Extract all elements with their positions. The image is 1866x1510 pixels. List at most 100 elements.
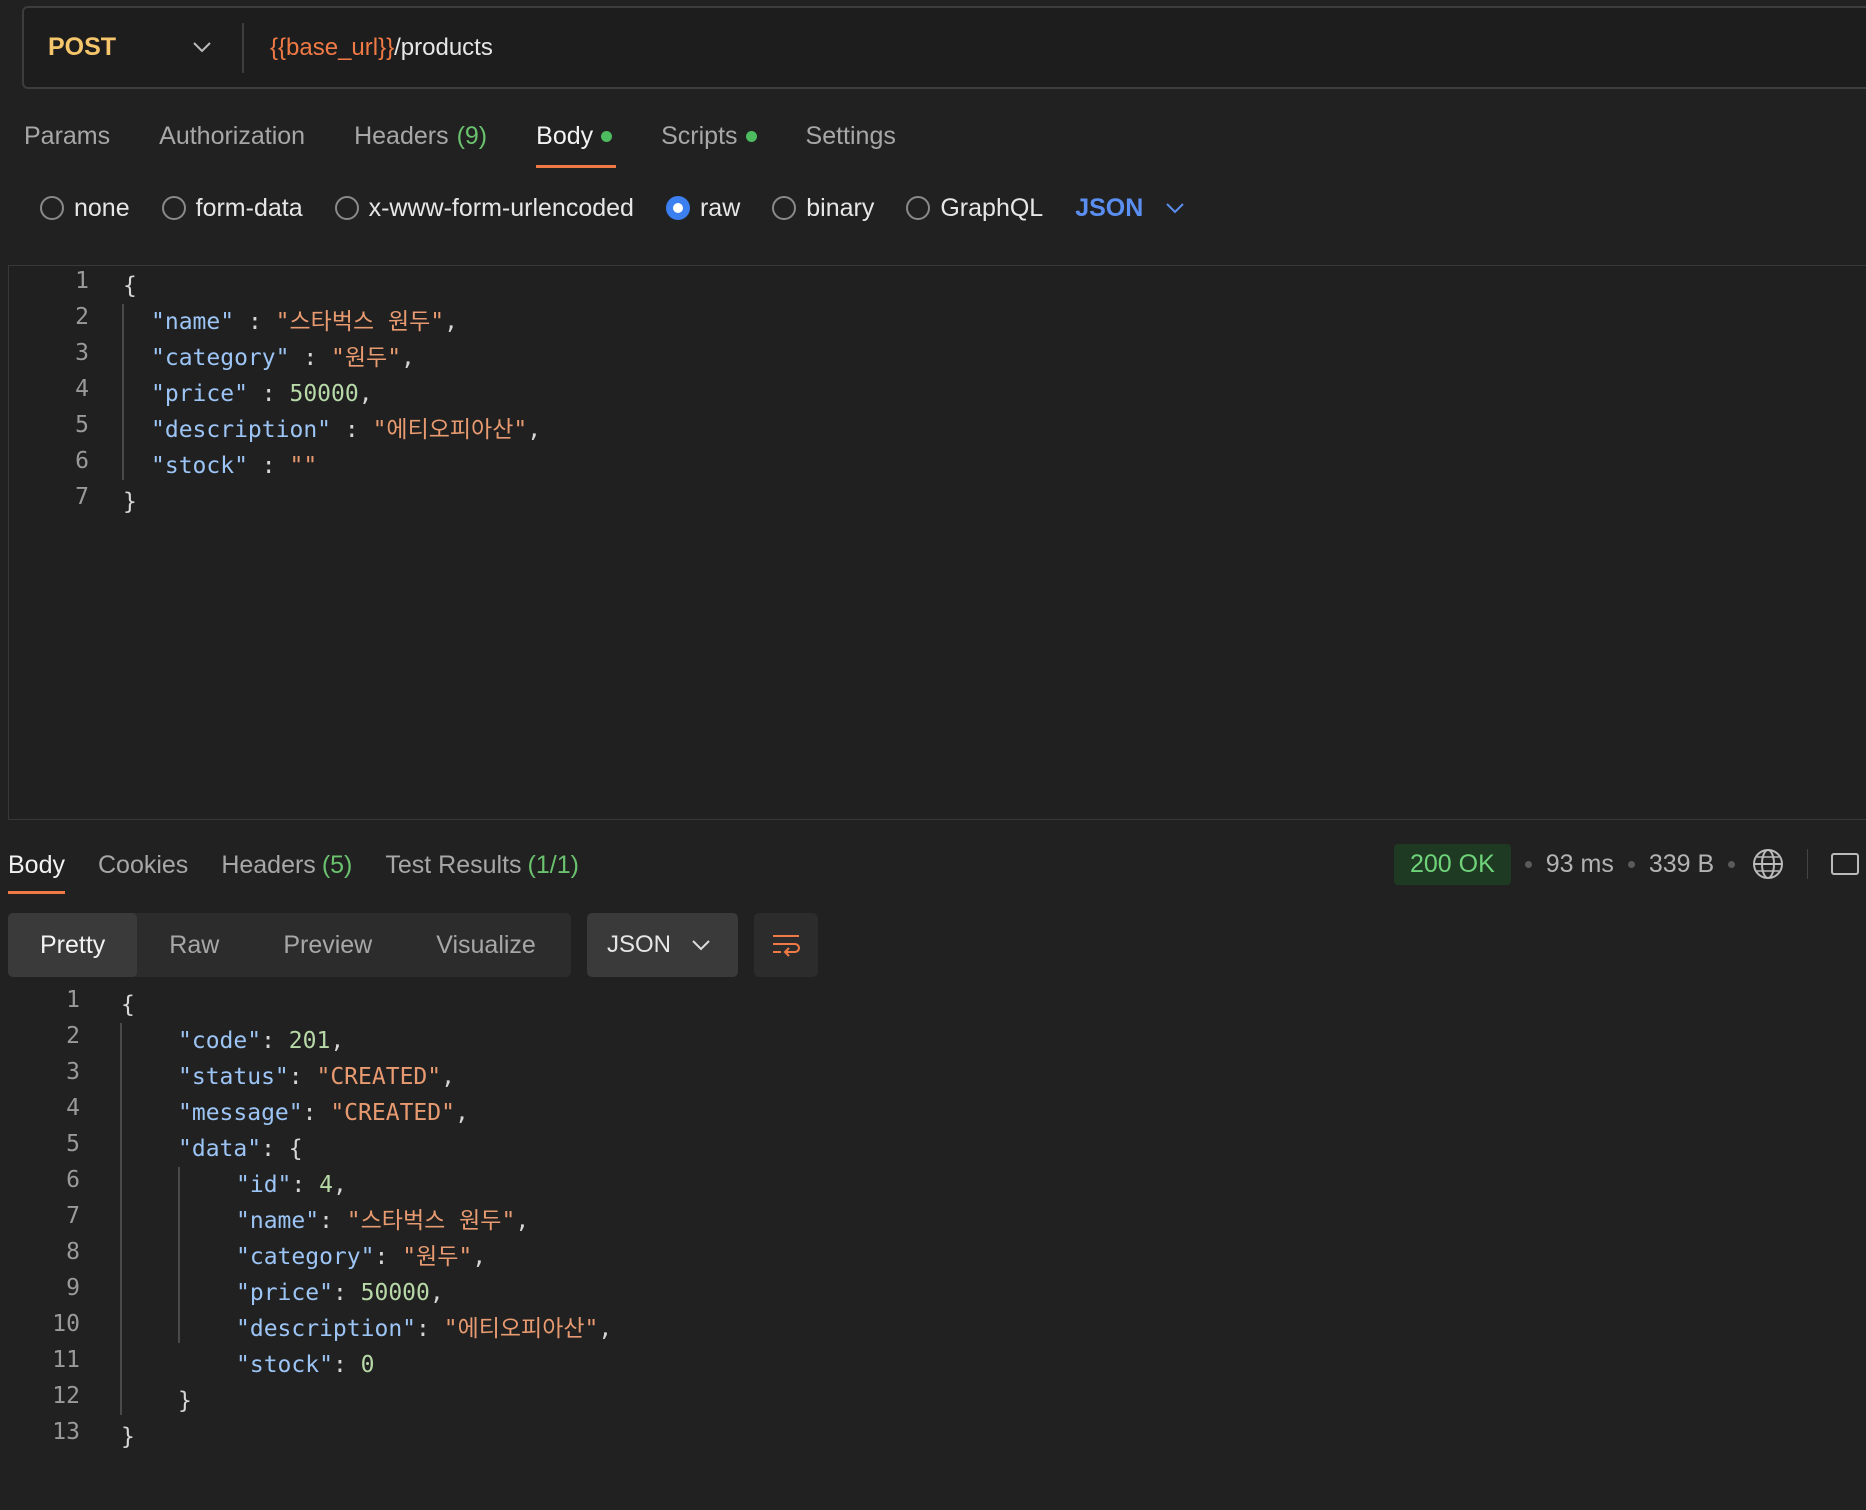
line-number: 7 [66,1203,80,1229]
url-variable: {{base_url}} [270,33,395,61]
tab-test-results[interactable]: Test Results (1/1) [385,851,579,880]
tab-label: Body [536,121,594,150]
line-number: 13 [52,1419,80,1445]
radio-icon [161,196,186,220]
tab-label: Scripts [661,121,738,150]
code-line: { [123,273,137,299]
radio-urlencoded[interactable]: x-www-form-urlencoded [334,194,634,223]
method-select[interactable]: POST [24,8,242,87]
code-line: } [121,1424,135,1450]
radio-binary[interactable]: binary [772,194,874,223]
tab-headers[interactable]: Headers (9) [354,112,487,160]
code-line: "data": { [178,1136,303,1162]
line-number: 6 [75,448,89,474]
url-path: /products [394,33,493,61]
code-line: "price": 50000, [236,1280,444,1306]
tab-label: Body [8,850,65,879]
tab-cookies[interactable]: Cookies [98,851,188,880]
code-line: "stock" : "" [151,453,318,479]
indent-guide [120,1023,122,1415]
body-language-select[interactable]: JSON [1075,194,1185,223]
response-size[interactable]: 339 B [1649,850,1714,879]
response-format-select[interactable]: JSON [587,913,738,977]
tab-label: Authorization [159,121,306,150]
tab-settings[interactable]: Settings [806,112,896,160]
tab-label: Settings [805,121,896,150]
divider [1807,849,1809,879]
line-number: 3 [75,340,89,366]
view-visualize[interactable]: Visualize [404,913,568,977]
code-line: } [123,489,137,515]
radio-icon [906,196,931,220]
code-line: "message": "CREATED", [178,1100,469,1126]
radio-form-data[interactable]: form-data [161,194,303,223]
view-pretty[interactable]: Pretty [8,913,138,977]
request-body-editor[interactable]: 1 2 3 4 5 6 7 { "name" : "스타벅스 원두", "cat… [8,265,1866,820]
code-line: "code": 201, [178,1028,345,1054]
modified-dot-icon [745,130,757,142]
code-line: "description" : "에티오피아산", [151,417,542,443]
tab-label: Headers [221,850,316,879]
code-line: "description": "에티오피아산", [236,1316,613,1342]
line-number: 3 [66,1059,80,1085]
code-line: "name": "스타벅스 원두", [236,1208,530,1234]
line-number: 9 [66,1275,80,1301]
line-number: 1 [66,987,80,1013]
globe-icon[interactable] [1751,847,1785,881]
line-number: 4 [75,376,89,402]
radio-graphql[interactable]: GraphQL [906,194,1043,223]
chevron-down-icon [193,42,211,53]
tab-response-headers[interactable]: Headers (5) [221,851,352,880]
code-line: "stock": 0 [236,1352,375,1378]
response-view-selector: Pretty Raw Preview Visualize [8,913,571,977]
response-meta: 200 OK 93 ms 339 B [1394,843,1860,885]
view-raw[interactable]: Raw [137,913,251,977]
body-type-selector: none form-data x-www-form-urlencoded raw… [40,188,1185,228]
tab-label: Cookies [97,850,189,879]
status-badge[interactable]: 200 OK [1394,843,1511,885]
chevron-down-icon [692,940,710,951]
response-tabs: Body Cookies Headers (5) Test Results (1/1… [8,840,612,894]
radio-icon [772,196,797,220]
code-line: "id": 4, [236,1172,347,1198]
separator-dot [1728,860,1736,868]
code-line: { [121,992,135,1018]
tab-label: Params [24,121,111,150]
radio-label: raw [699,193,741,222]
line-number: 6 [66,1167,80,1193]
tab-body[interactable]: Body [536,112,617,168]
tab-scripts[interactable]: Scripts [661,112,757,160]
radio-label: none [74,193,130,222]
indent-guide [122,304,124,480]
separator-dot [1524,860,1532,868]
radio-raw[interactable]: raw [665,193,741,223]
line-number: 1 [75,268,89,294]
wrap-lines-icon [773,935,800,957]
radio-icon [40,196,64,220]
code-line: "status": "CREATED", [178,1064,455,1090]
line-number: 10 [52,1311,80,1337]
chevron-down-icon [1166,203,1185,214]
line-number: 4 [66,1095,80,1121]
tab-response-body[interactable]: Body [8,850,65,894]
tab-authorization[interactable]: Authorization [159,112,305,160]
tab-count: (5) [321,850,353,879]
tab-params[interactable]: Params [24,112,110,160]
line-number: 5 [75,412,89,438]
line-number: 2 [75,304,89,330]
url-input[interactable]: {{base_url}}/products [244,34,493,62]
tab-label: Headers [354,121,449,150]
format-label: JSON [607,931,672,958]
radio-label: binary [806,193,875,222]
radio-none[interactable]: none [40,194,130,223]
request-tabs: Params Authorization Headers (9) Body Scr… [24,112,945,172]
example-icon[interactable] [1830,849,1860,879]
wrap-lines-button[interactable] [754,913,818,977]
view-preview[interactable]: Preview [251,913,404,977]
code-line: "category" : "원두", [151,345,415,371]
response-time[interactable]: 93 ms [1546,850,1614,879]
line-number: 11 [52,1347,80,1373]
code-line: } [178,1388,192,1414]
response-body-viewer[interactable]: 1 2 3 4 5 6 7 8 9 10 11 12 13 { "code": … [0,985,1866,1465]
line-number: 7 [75,484,89,510]
